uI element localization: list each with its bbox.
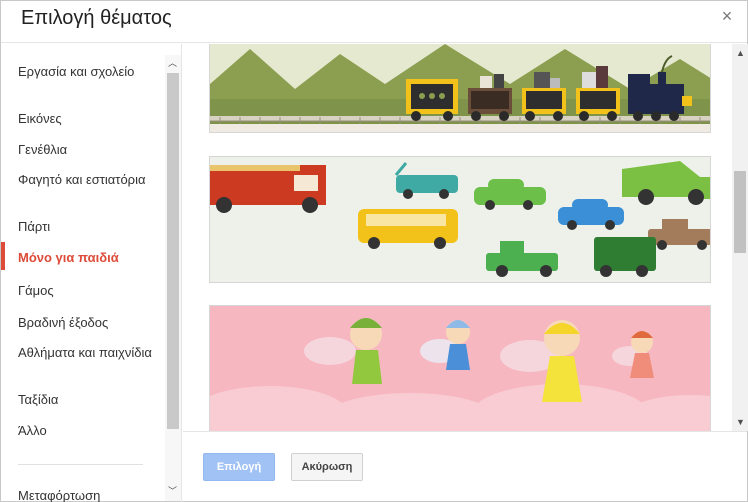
theme-card-vehicles[interactable] — [209, 156, 711, 283]
content-scroll-down-icon[interactable]: ▼ — [733, 415, 748, 430]
train-illustration — [210, 44, 710, 132]
sidebar-item-sports-games[interactable]: Αθλήματα και παιχνίδια — [18, 345, 158, 360]
dialog-header: Επιλογή θέματος × — [1, 1, 747, 43]
cancel-button[interactable]: Ακύρωση — [291, 453, 363, 481]
sidebar-scroll-up-icon[interactable]: ︿ — [165, 56, 180, 71]
vehicles-illustration — [210, 157, 710, 282]
sidebar-item-pictures[interactable]: Εικόνες — [18, 111, 158, 126]
content-scrollbar-thumb[interactable] — [734, 171, 746, 253]
active-category-indicator — [1, 242, 5, 270]
theme-card-train[interactable] — [209, 44, 711, 133]
theme-list — [183, 44, 731, 431]
close-icon[interactable]: × — [717, 6, 737, 26]
theme-card-fairies[interactable] — [209, 305, 711, 431]
select-button[interactable]: Επιλογή — [203, 453, 275, 481]
sidebar-item-kids-only[interactable]: Μόνο για παιδιά — [18, 250, 158, 265]
sidebar-item-work-school[interactable]: Εργασία και σχολείο — [18, 64, 158, 79]
category-sidebar: Εργασία και σχολείο Εικόνες Γενέθλια Φαγ… — [1, 44, 182, 502]
sidebar-item-night-out[interactable]: Βραδινή έξοδος — [18, 315, 158, 330]
dialog-footer: Επιλογή Ακύρωση — [183, 431, 747, 501]
sidebar-item-birthdays[interactable]: Γενέθλια — [18, 142, 158, 157]
fairies-illustration — [210, 306, 710, 431]
sidebar-divider — [18, 464, 143, 465]
sidebar-item-party[interactable]: Πάρτι — [18, 219, 158, 234]
dialog-title: Επιλογή θέματος — [21, 7, 172, 29]
sidebar-item-upload[interactable]: Μεταφόρτωση — [18, 488, 158, 502]
sidebar-item-food-restaurants[interactable]: Φαγητό και εστιατόρια — [18, 172, 158, 187]
theme-dialog: Επιλογή θέματος × Εργασία και σχολείο Ει… — [0, 0, 748, 502]
sidebar-item-travel[interactable]: Ταξίδια — [18, 392, 158, 407]
sidebar-item-wedding[interactable]: Γάμος — [18, 283, 158, 298]
sidebar-item-other[interactable]: Άλλο — [18, 423, 158, 438]
sidebar-scrollbar-thumb[interactable] — [167, 73, 179, 429]
sidebar-scroll-down-icon[interactable]: ﹀ — [165, 484, 180, 499]
content-scroll-up-icon[interactable]: ▲ — [733, 46, 748, 61]
